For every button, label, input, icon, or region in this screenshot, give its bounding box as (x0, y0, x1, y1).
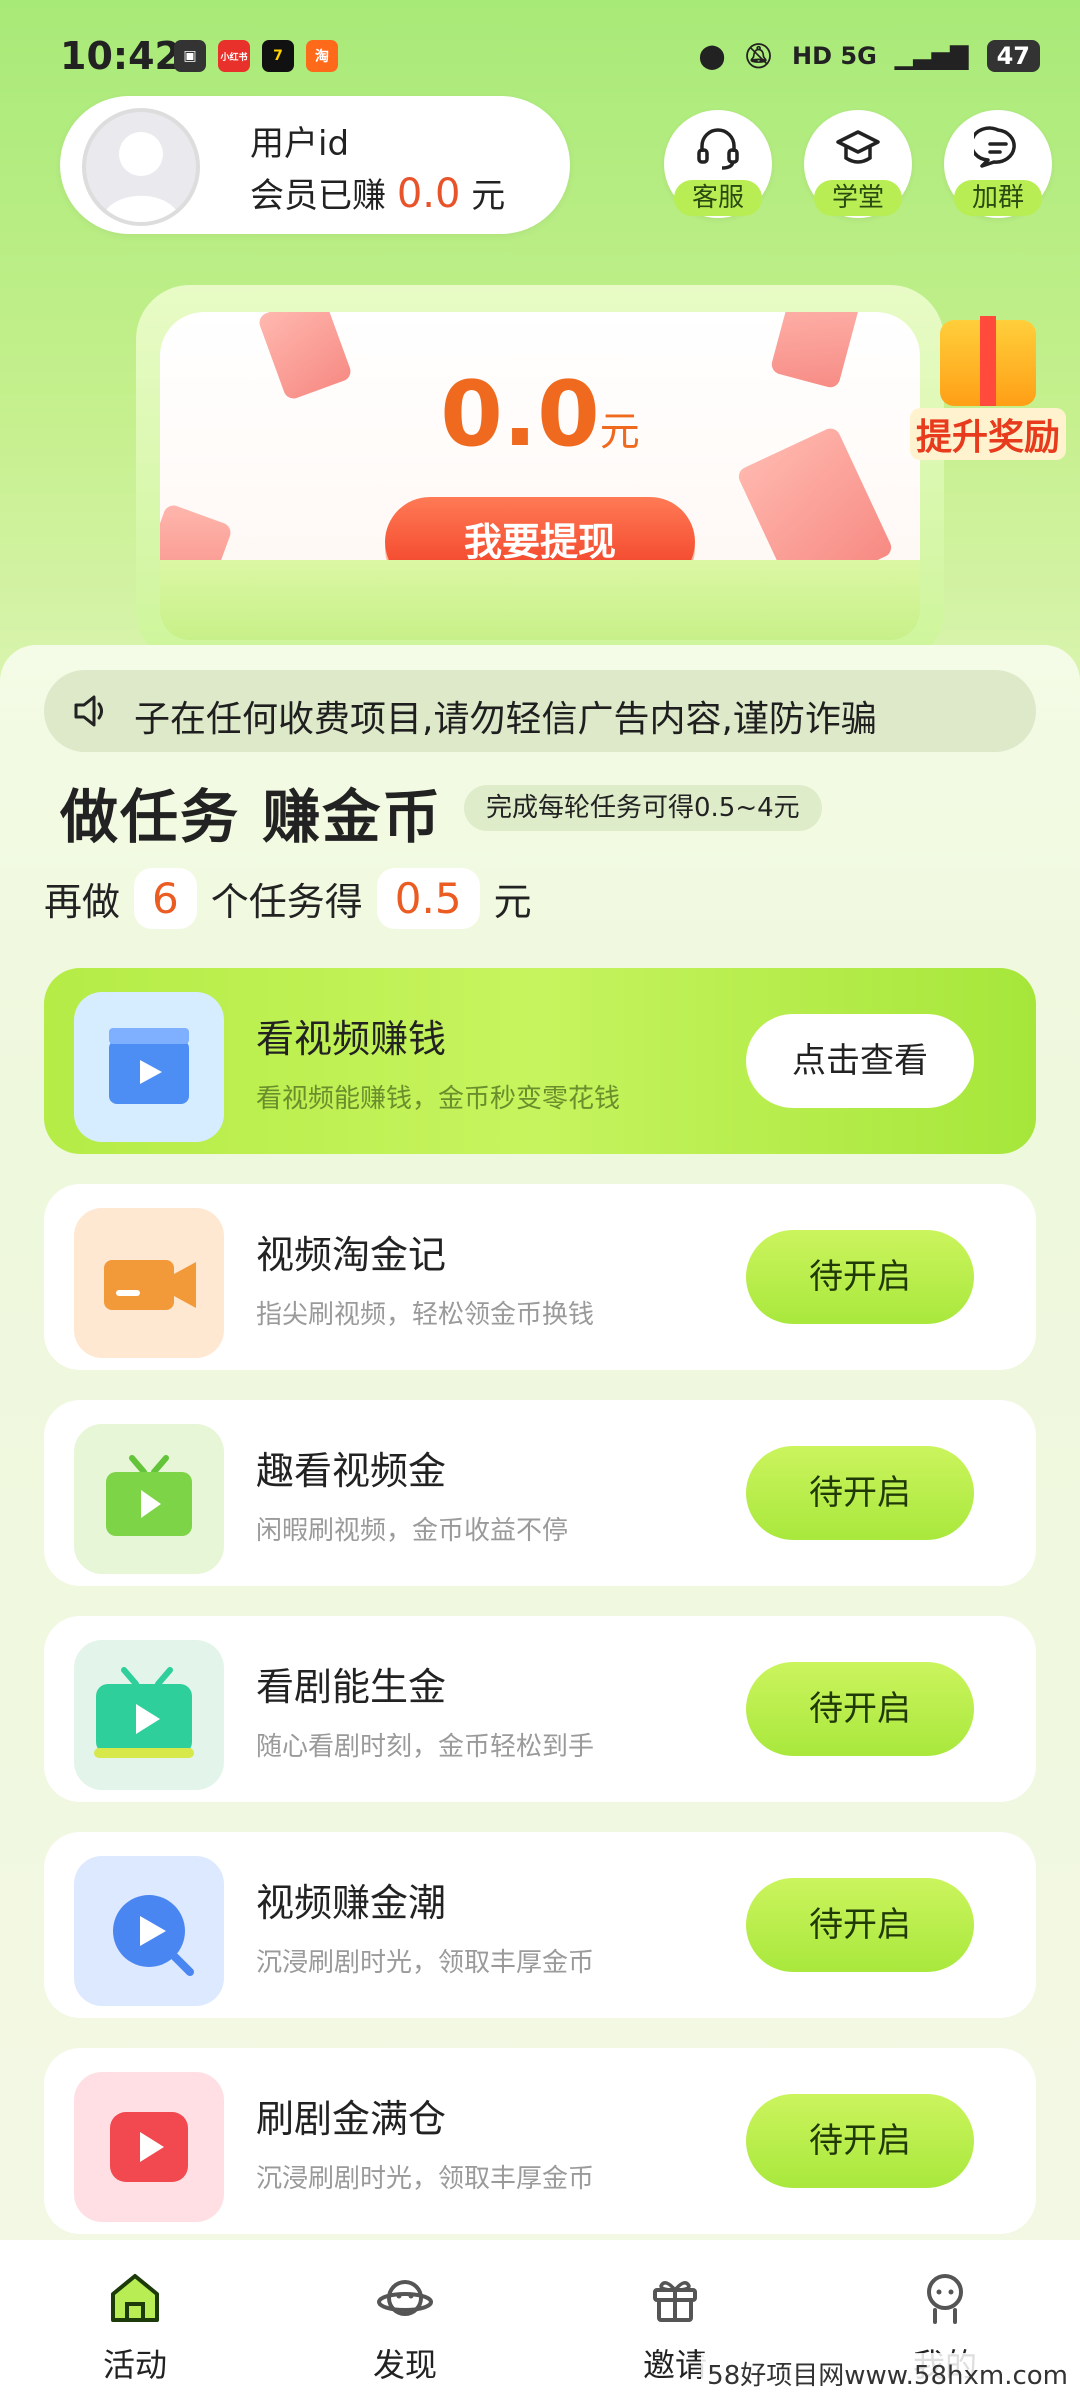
status-indicators: ⬤ 🔕︎ HD 5G ▁▃▅▇ 47 (699, 40, 1040, 72)
pending-open-button[interactable]: 待开启 (746, 2094, 974, 2188)
task-description: 随心看剧时刻，金币轻松到手 (256, 1732, 595, 1762)
network-label: HD 5G (792, 42, 877, 70)
graduation-cap-icon (836, 130, 880, 164)
play-square-icon (110, 2112, 188, 2182)
task-icon-bg (74, 2072, 224, 2222)
task-title: 视频淘金记 (256, 1233, 447, 1277)
task-card[interactable]: 看剧能生金 随心看剧时刻，金币轻松到手 待开启 (44, 1616, 1036, 1802)
pending-open-button[interactable]: 待开启 (746, 1662, 974, 1756)
task-description: 沉浸刷剧时光，领取丰厚金币 (256, 1948, 595, 1978)
task-title: 看剧能生金 (256, 1665, 447, 1709)
customer-service-label: 客服 (674, 180, 762, 216)
join-group-label: 加群 (954, 180, 1042, 216)
xiaohongshu-app-icon: 小红书 (218, 40, 250, 72)
storage-icon: ▣ (174, 40, 206, 72)
location-icon: ⬤ (698, 42, 726, 70)
task-icon-bg (74, 1424, 224, 1574)
task-description: 沉浸刷剧时光，领取丰厚金币 (256, 2164, 595, 2194)
mute-bell-icon: 🔕︎ (743, 42, 774, 70)
tasks-left-count: 6 (134, 868, 197, 929)
academy-button[interactable]: 学堂 (804, 110, 912, 218)
task-title: 刷剧金满仓 (256, 2097, 447, 2141)
avatar[interactable] (82, 108, 200, 226)
task-icon-bg (74, 1208, 224, 1358)
task-progress: 再做 6 个任务得 0.5 元 (44, 868, 532, 929)
progress-prefix: 再做 (44, 880, 121, 924)
task-title: 趣看视频金 (256, 1449, 447, 1493)
headset-icon (697, 128, 739, 170)
progress-suffix: 元 (493, 880, 532, 924)
status-bar: 10:42 小红书 7 淘 ▣ ⬤ 🔕︎ HD 5G ▁▃▅▇ 47 (0, 0, 1080, 110)
home-icon (111, 2274, 159, 2322)
section-title: 做任务 赚金币 (60, 783, 443, 851)
task-card[interactable]: 视频赚金潮 沉浸刷剧时光，领取丰厚金币 待开启 (44, 1832, 1036, 2018)
gift-ribbon (980, 316, 996, 406)
boost-reward-label: 提升奖励 (910, 408, 1067, 460)
notice-bar: 子在任何收费项目,请勿轻信广告内容,谨防诈骗 (44, 670, 1036, 752)
task-card[interactable]: 趣看视频金 闲暇刷视频，金币收益不停 待开启 (44, 1400, 1036, 1586)
reward-amount: 0.0元 (160, 362, 920, 467)
task-title: 视频赚金潮 (256, 1881, 447, 1925)
seven-cats-app-icon: 7 (262, 40, 294, 72)
video-camera-icon (104, 1260, 196, 1310)
signal-icon: ▁▃▅▇ (894, 42, 969, 70)
task-icon-bg (74, 992, 224, 1142)
speaker-icon (74, 695, 103, 727)
progress-reward-value: 0.5 (376, 868, 480, 929)
earned-unit: 元 (471, 176, 506, 216)
view-task-button[interactable]: 点击查看 (746, 1014, 974, 1108)
task-card-watch-video[interactable]: 看视频赚钱 看视频能赚钱，金币秒变零花钱 点击查看 (44, 968, 1036, 1154)
user-id-label: 用户id (250, 124, 350, 164)
taobao-app-icon: 淘 (306, 40, 338, 72)
earned-amount: 0.0 (396, 171, 461, 217)
earned-prefix: 会员已赚 (250, 176, 386, 216)
nav-label: 活动 (102, 2346, 167, 2384)
pending-open-button[interactable]: 待开启 (746, 1446, 974, 1540)
default-avatar-icon (101, 132, 181, 222)
notice-text: 子在任何收费项目,请勿轻信广告内容,谨防诈骗 (134, 699, 877, 740)
planet-icon (377, 2280, 433, 2316)
academy-label: 学堂 (814, 180, 902, 216)
tv-icon (106, 1455, 192, 1536)
clapperboard-icon (109, 1028, 189, 1104)
task-icon-bg (74, 1856, 224, 2006)
user-card[interactable]: 用户id 会员已赚 0.0 元 (60, 96, 570, 234)
reward-card-pocket (160, 560, 920, 640)
task-card[interactable]: 刷剧金满仓 沉浸刷剧时光，领取丰厚金币 待开启 (44, 2048, 1036, 2234)
nav-item-discover[interactable]: 发现 (305, 2240, 505, 2400)
tv-play-icon (94, 1667, 194, 1758)
task-title: 看视频赚钱 (256, 1017, 447, 1061)
pending-open-button[interactable]: 待开启 (746, 1878, 974, 1972)
gift-icon (653, 2281, 697, 2322)
status-time: 10:42 (60, 34, 181, 78)
chat-bubble-icon (974, 126, 1016, 168)
task-description: 闲暇刷视频，金币收益不停 (256, 1516, 569, 1546)
customer-service-button[interactable]: 客服 (664, 110, 772, 218)
task-card[interactable]: 视频淘金记 指尖刷视频，轻松领金币换钱 待开启 (44, 1184, 1036, 1370)
task-description: 指尖刷视频，轻松领金币换钱 (256, 1300, 595, 1330)
reward-amount-value: 0.0 (440, 362, 600, 467)
profile-icon (927, 2274, 963, 2324)
nav-label: 发现 (372, 2346, 437, 2384)
progress-middle: 个任务得 (210, 880, 363, 924)
member-earned-line: 会员已赚 0.0 元 (250, 168, 505, 217)
section-subtitle: 完成每轮任务可得0.5~4元 (464, 785, 822, 831)
join-group-button[interactable]: 加群 (944, 110, 1052, 218)
pending-open-button[interactable]: 待开启 (746, 1230, 974, 1324)
boost-reward-button[interactable]: 提升奖励 (910, 316, 1080, 460)
watermark-text: 58好项目网www.58hxm.com (701, 2353, 1074, 2394)
battery-indicator: 47 (986, 40, 1040, 72)
reward-amount-unit: 元 (599, 409, 640, 455)
nav-item-activity[interactable]: 活动 (35, 2240, 235, 2400)
play-circle-icon (113, 1895, 194, 1976)
task-description: 看视频能赚钱，金币秒变零花钱 (256, 1084, 621, 1114)
task-icon-bg (74, 1640, 224, 1790)
